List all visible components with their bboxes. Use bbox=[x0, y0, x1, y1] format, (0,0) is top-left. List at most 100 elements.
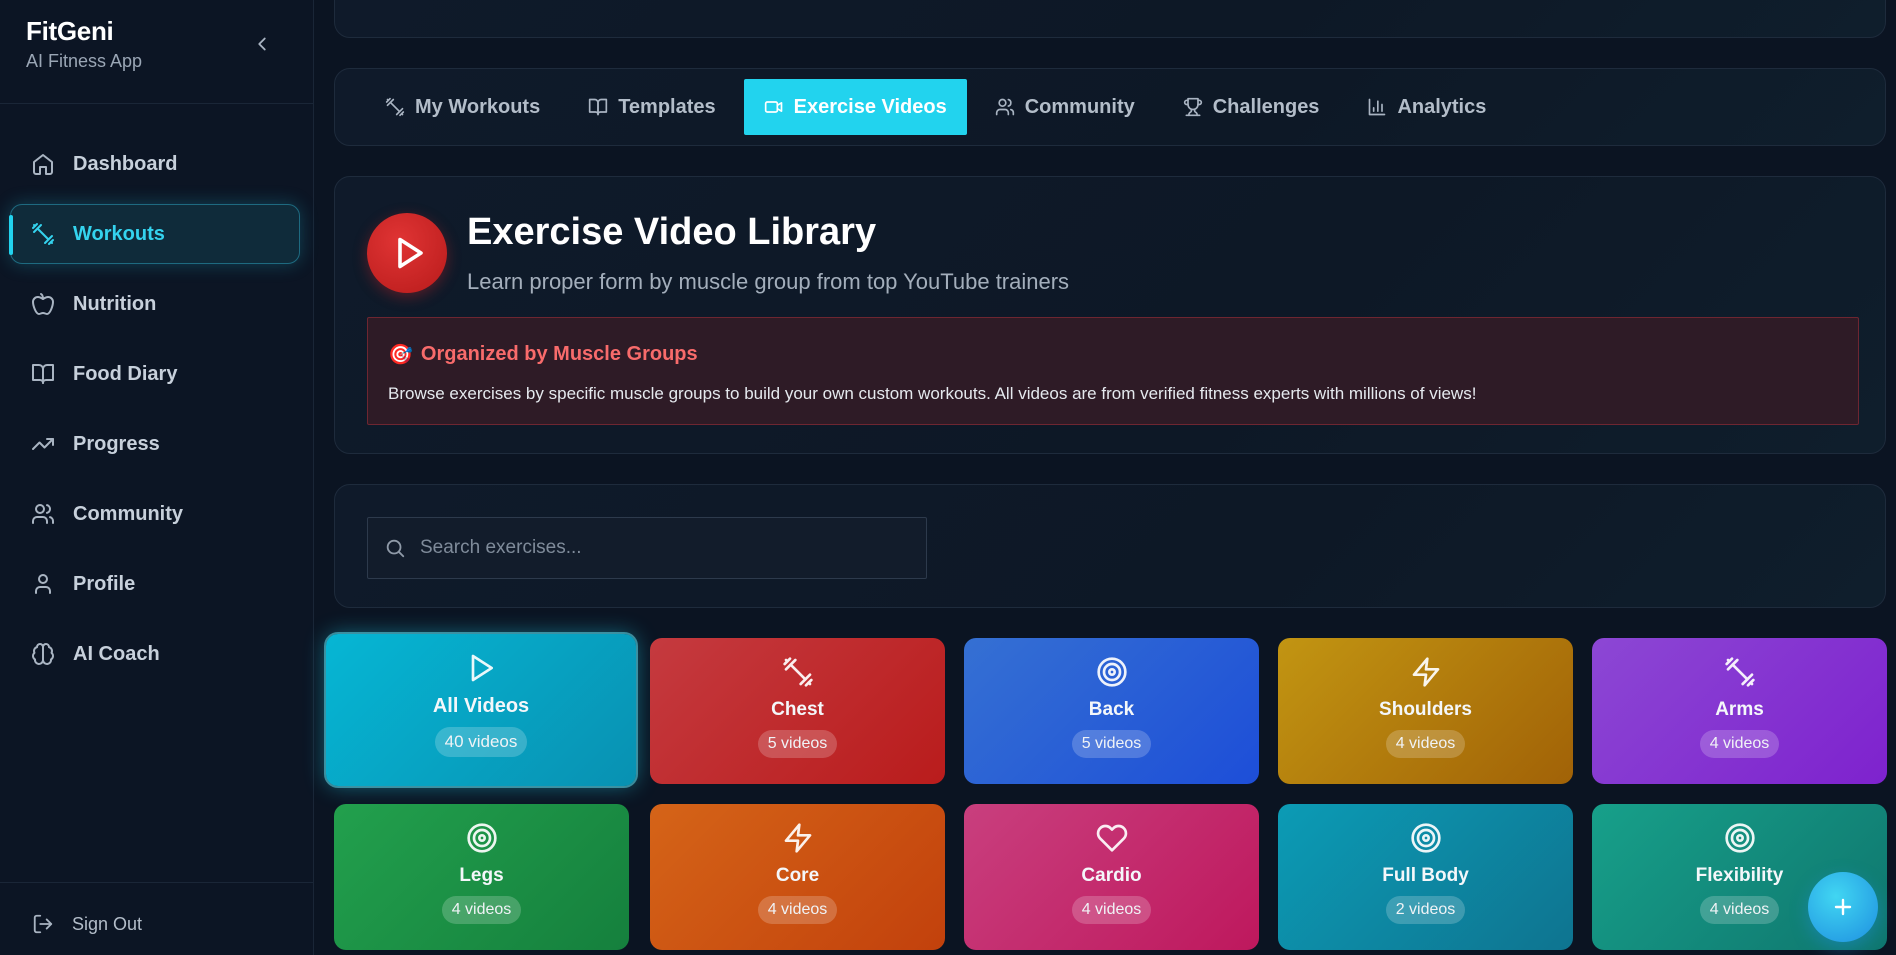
tab-label: Community bbox=[1024, 95, 1135, 118]
tab-community[interactable]: Community bbox=[975, 79, 1155, 135]
log-out-icon bbox=[33, 914, 53, 934]
heart-icon bbox=[1096, 824, 1127, 852]
category-chest[interactable]: Chest 5 videos bbox=[650, 638, 945, 784]
category-all-videos[interactable]: All Videos 40 videos bbox=[324, 632, 638, 788]
apple-icon bbox=[32, 293, 54, 315]
category-name: Arms bbox=[1715, 699, 1764, 720]
category-name: Flexibility bbox=[1695, 865, 1784, 886]
sidebar-item-profile[interactable]: Profile bbox=[10, 554, 300, 614]
search-card bbox=[334, 484, 1886, 608]
category-core[interactable]: Core 4 videos bbox=[650, 804, 945, 950]
zap-icon bbox=[1412, 657, 1439, 687]
sidebar-item-label: Nutrition bbox=[73, 292, 157, 315]
brand: FitGeni AI Fitness App bbox=[26, 16, 142, 72]
bar-chart-icon bbox=[1369, 98, 1386, 116]
sign-out-button[interactable]: Sign Out bbox=[32, 913, 142, 935]
category-name: Legs bbox=[459, 865, 504, 886]
target-emoji-icon: 🎯 bbox=[388, 344, 413, 366]
tab-label: Analytics bbox=[1397, 95, 1487, 118]
app-subtitle: AI Fitness App bbox=[26, 51, 143, 71]
target-icon bbox=[1410, 823, 1441, 853]
sidebar-item-ai-coach[interactable]: AI Coach bbox=[10, 624, 300, 684]
category-count-badge: 4 videos bbox=[757, 896, 838, 924]
search-input[interactable] bbox=[420, 537, 900, 559]
category-back[interactable]: Back 5 videos bbox=[964, 638, 1259, 784]
target-icon bbox=[1724, 823, 1755, 853]
sidebar-item-nutrition[interactable]: Nutrition bbox=[10, 274, 300, 334]
sidebar-item-label: Profile bbox=[73, 572, 136, 595]
tab-templates[interactable]: Templates bbox=[568, 79, 735, 135]
sidebar-item-food-diary[interactable]: Food Diary bbox=[10, 344, 300, 404]
dumbbell-icon bbox=[32, 223, 54, 245]
category-count-badge: 4 videos bbox=[441, 896, 522, 924]
sidebar-item-progress[interactable]: Progress bbox=[10, 414, 300, 474]
tab-label: My Workouts bbox=[415, 95, 541, 118]
sidebar-item-dashboard[interactable]: Dashboard bbox=[10, 134, 300, 194]
info-banner-heading: Organized by Muscle Groups bbox=[420, 343, 698, 365]
tab-label: Templates bbox=[618, 95, 716, 118]
category-name: Chest bbox=[771, 699, 824, 720]
sidebar: FitGeni AI Fitness App Dashboard Workout… bbox=[0, 0, 314, 955]
category-name: Shoulders bbox=[1379, 699, 1472, 720]
category-full-body[interactable]: Full Body 2 videos bbox=[1278, 804, 1573, 950]
category-count-badge: 5 videos bbox=[1071, 730, 1152, 758]
category-name: Back bbox=[1088, 699, 1135, 720]
target-icon bbox=[466, 823, 497, 853]
tab-my-workouts[interactable]: My Workouts bbox=[365, 79, 560, 135]
tab-challenges[interactable]: Challenges bbox=[1163, 79, 1340, 135]
sidebar-item-label: Dashboard bbox=[73, 152, 178, 175]
info-banner-title: 🎯 Organized by Muscle Groups bbox=[388, 342, 698, 367]
trending-up-icon bbox=[32, 438, 54, 450]
home-icon bbox=[33, 154, 53, 175]
search-icon bbox=[386, 539, 405, 558]
top-card-partial bbox=[334, 0, 1886, 38]
play-icon bbox=[367, 213, 447, 293]
collapse-sidebar-button[interactable] bbox=[248, 30, 276, 58]
video-icon bbox=[764, 101, 782, 113]
category-count-badge: 4 videos bbox=[1699, 730, 1780, 758]
trophy-icon bbox=[1183, 97, 1202, 117]
sidebar-item-workouts[interactable]: Workouts bbox=[9, 204, 300, 264]
category-legs[interactable]: Legs 4 videos bbox=[334, 804, 629, 950]
tab-label: Exercise Videos bbox=[793, 95, 947, 118]
category-name: Full Body bbox=[1382, 865, 1469, 886]
chevron-left-icon bbox=[258, 37, 266, 51]
video-library-card: Exercise Video Library Learn proper form… bbox=[334, 176, 1886, 454]
category-name: All Videos bbox=[432, 695, 530, 717]
play-icon bbox=[471, 654, 493, 682]
sidebar-item-community[interactable]: Community bbox=[10, 484, 300, 544]
category-arms[interactable]: Arms 4 videos bbox=[1592, 638, 1887, 784]
sidebar-divider bbox=[0, 882, 314, 883]
book-icon bbox=[589, 98, 608, 116]
brain-icon bbox=[32, 643, 54, 665]
category-name: Core bbox=[775, 865, 820, 886]
tab-exercise-videos[interactable]: Exercise Videos bbox=[743, 79, 967, 135]
tab-label: Challenges bbox=[1212, 95, 1320, 118]
book-icon bbox=[32, 364, 54, 384]
dumbbell-icon bbox=[782, 657, 813, 687]
category-cardio[interactable]: Cardio 4 videos bbox=[964, 804, 1259, 950]
tab-analytics[interactable]: Analytics bbox=[1347, 79, 1506, 135]
dumbbell-icon bbox=[1724, 657, 1755, 687]
sidebar-divider bbox=[0, 103, 314, 104]
workout-tabs: My Workouts Templates Exercise Videos Co… bbox=[334, 68, 1886, 146]
category-count-badge: 4 videos bbox=[1385, 730, 1466, 758]
category-shoulders[interactable]: Shoulders 4 videos bbox=[1278, 638, 1573, 784]
page-title: Exercise Video Library bbox=[467, 211, 877, 253]
add-floating-button[interactable] bbox=[1808, 872, 1878, 942]
plus-icon bbox=[1834, 898, 1852, 916]
users-icon bbox=[32, 504, 54, 524]
sidebar-item-label: Progress bbox=[73, 432, 160, 455]
dumbbell-icon bbox=[385, 97, 405, 117]
search-field[interactable] bbox=[367, 517, 927, 579]
category-count-badge: 4 videos bbox=[1699, 896, 1780, 924]
users-icon bbox=[995, 98, 1014, 116]
sidebar-item-label: AI Coach bbox=[73, 642, 160, 665]
sidebar-nav: Dashboard Workouts Nutrition Food Diary … bbox=[9, 134, 300, 694]
category-count-badge: 4 videos bbox=[1071, 896, 1152, 924]
app-name: FitGeni bbox=[26, 16, 114, 46]
category-count-badge: 40 videos bbox=[434, 727, 528, 757]
sidebar-item-label: Workouts bbox=[73, 222, 165, 245]
target-icon bbox=[1096, 657, 1127, 687]
category-count-badge: 5 videos bbox=[757, 730, 838, 758]
